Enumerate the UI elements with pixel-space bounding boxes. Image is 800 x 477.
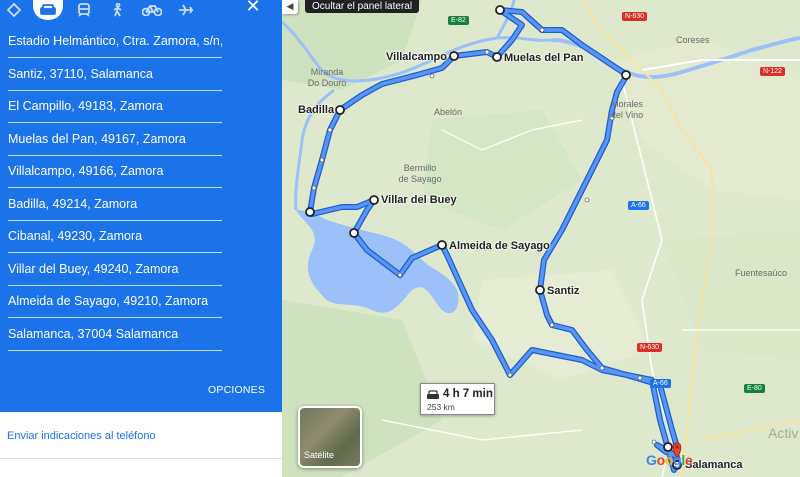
waypoint-input[interactable]: Villar del Buey, 49240, Zamora (8, 256, 222, 286)
route-duration-callout[interactable]: 4 h 7 min 253 km (420, 383, 495, 415)
directions-panel: ✕ Estadio Helmántico, Ctra. Zamora, s/n,… (0, 0, 282, 477)
road-badge: E-80 (744, 384, 765, 393)
waypoint-input[interactable]: Muelas del Pan, 49167, Zamora (8, 126, 222, 156)
walking-icon[interactable] (108, 0, 128, 20)
send-to-phone-link[interactable]: Enviar indicaciones al teléfono (7, 430, 156, 442)
chevron-left-icon: ◀ (286, 1, 294, 11)
waypoint-input[interactable]: El Campillo, 49183, Zamora (8, 93, 222, 123)
waypoint-label: Villalcampo (386, 51, 447, 63)
options-button[interactable]: OPCIONES (208, 384, 265, 396)
waypoint-input[interactable]: Estadio Helmántico, Ctra. Zamora, s/n, (8, 28, 222, 58)
road-badge: A-66 (650, 379, 671, 388)
satellite-label: Satélite (304, 450, 335, 460)
waypoint-label: Badilla (298, 104, 335, 116)
route-distance: 253 km (427, 402, 455, 412)
close-icon[interactable]: ✕ (243, 0, 263, 15)
map-canvas[interactable]: Miranda Do Douro Abelón Bermillo de Saya… (282, 0, 800, 477)
waypoint-input[interactable]: Badilla, 49214, Zamora (8, 191, 222, 221)
map-base (282, 0, 800, 477)
plane-icon[interactable] (176, 0, 196, 20)
divider (0, 458, 282, 459)
road-badge: A-66 (628, 201, 649, 210)
waypoint-input[interactable]: Villalcampo, 49166, Zamora (8, 158, 222, 188)
town-label: Abelón (434, 107, 463, 117)
waypoint-input[interactable]: Almeida de Sayago, 49210, Zamora (8, 288, 222, 318)
road-badge: E-82 (448, 16, 469, 25)
waypoint-label: Muelas del Pan (504, 52, 584, 64)
travel-mode-bar: ✕ (0, 0, 282, 22)
car-icon[interactable] (33, 0, 63, 20)
waypoint-label: Villar del Buey (381, 194, 457, 206)
route-duration: 4 h 7 min (443, 388, 493, 400)
waypoint-label: Salamanca (685, 459, 743, 471)
bicycle-icon[interactable] (140, 0, 164, 20)
collapse-panel-button[interactable]: ◀ (282, 0, 298, 14)
waypoint-input[interactable]: Salamanca, 37004 Salamanca (8, 321, 222, 351)
road-badge: N-630 (637, 343, 663, 352)
activation-watermark: Activ (768, 425, 799, 441)
satellite-layer-button[interactable]: Satélite (298, 406, 362, 468)
town-label: Miranda Do Douro (307, 67, 347, 88)
town-label: Morales del Vino (610, 99, 644, 120)
waypoint-input[interactable]: Santiz, 37110, Salamanca (8, 61, 222, 91)
waypoint-label: Santiz (547, 285, 580, 297)
best-route-icon[interactable] (4, 0, 24, 20)
car-icon (427, 390, 439, 399)
waypoint-input[interactable]: Cibanal, 49230, Zamora (8, 223, 222, 253)
google-logo: Google (646, 452, 693, 468)
town-label: Fuentesaúco (735, 268, 788, 278)
town-label: Bermillo de Sayago (398, 163, 442, 184)
town-label: Coreses (676, 35, 710, 45)
train-icon[interactable] (74, 0, 94, 20)
road-badge: N-122 (760, 67, 786, 76)
directions-header: ✕ Estadio Helmántico, Ctra. Zamora, s/n,… (0, 0, 282, 412)
tooltip: Ocultar el panel lateral (305, 0, 420, 13)
road-badge: N-630 (622, 12, 648, 21)
waypoint-label: Almeida de Sayago (449, 240, 550, 252)
